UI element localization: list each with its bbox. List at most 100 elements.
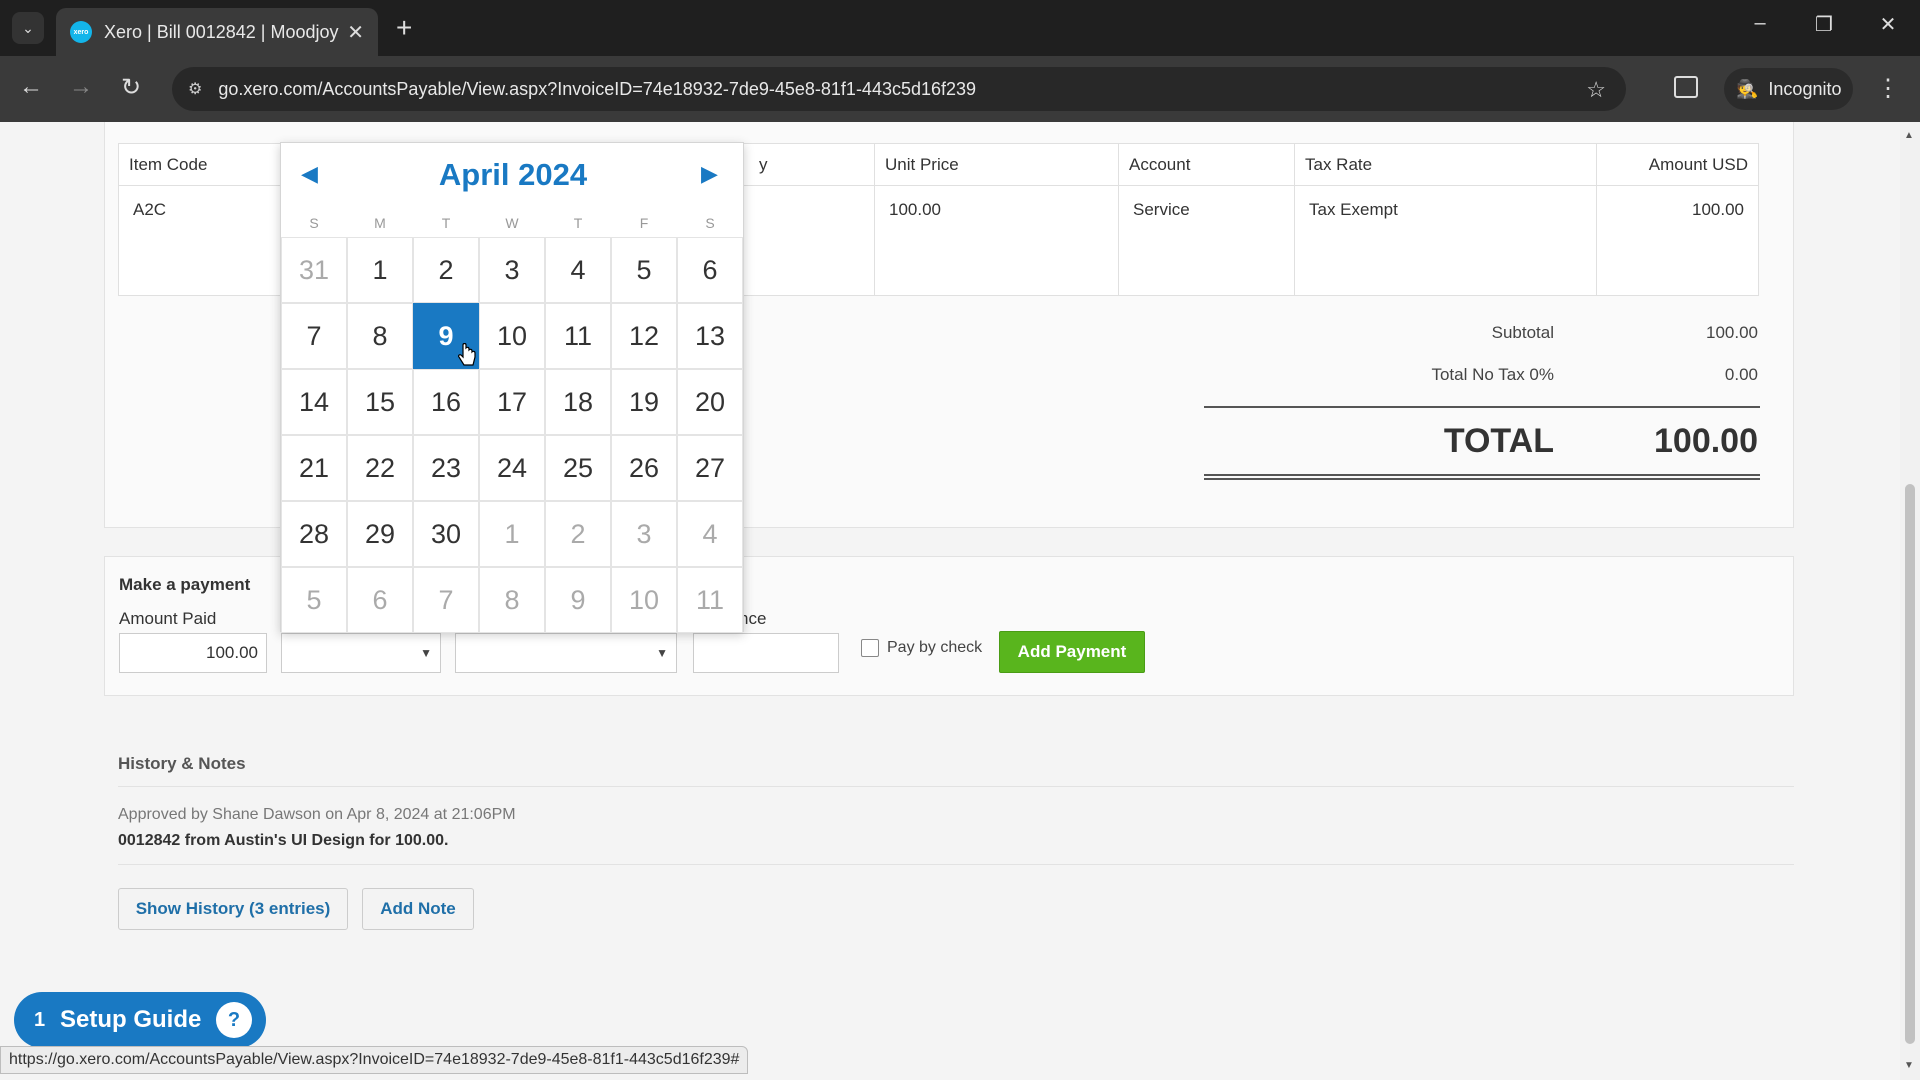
setup-guide-button[interactable]: 1 Setup Guide ? [14,992,266,1048]
tab-close-icon[interactable]: ✕ [347,20,364,45]
calendar-day-other-month[interactable]: 5 [281,567,347,633]
make-payment-title: Make a payment [119,575,251,594]
address-bar[interactable]: ⚙ go.xero.com/AccountsPayable/View.aspx?… [172,67,1626,111]
calendar-day-other-month[interactable]: 3 [611,501,677,567]
reference-input[interactable] [693,633,839,673]
cell-amount[interactable]: 100.00 [1596,185,1759,296]
calendar-day[interactable]: 7 [281,303,347,369]
calendar-day-other-month[interactable]: 8 [479,567,545,633]
pay-by-check-checkbox[interactable] [861,639,879,657]
weekday-label: M [374,215,386,231]
calendar-day[interactable]: 28 [281,501,347,567]
setup-guide-label: Setup Guide [60,1006,202,1033]
calendar-day[interactable]: 22 [347,435,413,501]
calendar-day[interactable]: 18 [545,369,611,435]
calendar-day[interactable]: 1 [347,237,413,303]
amount-paid-input[interactable]: 100.00 [119,633,267,673]
show-history-button[interactable]: Show History (3 entries) [118,888,348,930]
calendar-day[interactable]: 27 [677,435,743,501]
total-label: TOTAL [1443,421,1554,460]
calendar-day[interactable]: 6 [677,237,743,303]
calendar-day[interactable]: 23 [413,435,479,501]
weekday-label: T [573,215,583,231]
back-icon[interactable]: ← [14,73,48,101]
tax-value: 0.00 [1724,365,1758,384]
totals-block: Subtotal 100.00 Total No Tax 0% 0.00 TOT… [1204,312,1760,480]
col-account: Account [1118,143,1295,186]
site-settings-icon[interactable]: ⚙ [188,79,202,99]
calendar-day-other-month[interactable]: 1 [479,501,545,567]
status-bar-url: https://go.xero.com/AccountsPayable/View… [0,1046,749,1074]
calendar-month-title: April 2024 [438,157,588,192]
cell-account[interactable]: Service [1118,185,1295,296]
calendar-day[interactable]: 2 [413,237,479,303]
weekday-label: S [309,215,319,231]
calendar-day-other-month[interactable]: 10 [611,567,677,633]
calendar-day[interactable]: 24 [479,435,545,501]
calendar-day[interactable]: 14 [281,369,347,435]
calendar-day[interactable]: 21 [281,435,347,501]
col-tax-rate: Tax Rate [1294,143,1597,186]
paid-from-dropdown-icon[interactable]: ▼ [656,646,668,660]
col-amount: Amount USD [1596,143,1759,186]
calendar-day-other-month[interactable]: 31 [281,237,347,303]
add-note-button[interactable]: Add Note [362,888,474,930]
calendar-day[interactable]: 26 [611,435,677,501]
calendar-day[interactable]: 15 [347,369,413,435]
subtotal-value: 100.00 [1706,323,1758,342]
calendar-day[interactable]: 3 [479,237,545,303]
history-meta: Approved by Shane Dawson on Apr 8, 2024 … [118,806,516,823]
cell-tax-rate[interactable]: Tax Exempt [1294,185,1597,296]
page-scrollbar[interactable]: ▲ ▼ [1900,122,1920,1080]
restore-icon[interactable]: ❐ [1804,12,1844,37]
incognito-indicator[interactable]: 🕵 Incognito [1724,68,1854,110]
calendar-day[interactable]: 25 [545,435,611,501]
scroll-up-icon[interactable]: ▲ [1904,130,1914,141]
calendar-day[interactable]: 29 [347,501,413,567]
calendar-day[interactable]: 5 [611,237,677,303]
total-row: TOTAL 100.00 [1204,408,1760,474]
pay-by-check[interactable]: Pay by check [861,639,982,657]
calendar-day-other-month[interactable]: 2 [545,501,611,567]
calendar-day[interactable]: 12 [611,303,677,369]
calendar-day[interactable]: 16 [413,369,479,435]
calendar-day[interactable]: 13 [677,303,743,369]
calendar-day[interactable]: 8 [347,303,413,369]
date-picker-calendar: ◀ April 2024 ▶ SMTWTFS 31 1 2 3 4 5 6 7 8 9 10 11 12… [280,142,744,633]
scrollbar-thumb[interactable] [1905,484,1915,1044]
forward-icon[interactable]: → [64,73,98,101]
browser-tab[interactable]: xero Xero | Bill 0012842 | Moodjoy ✕ [56,8,378,56]
help-chat-icon[interactable]: ? [216,1002,252,1038]
weekday-label: S [705,215,715,231]
calendar-day-other-month[interactable]: 7 [413,567,479,633]
calendar-day-other-month[interactable]: 6 [347,567,413,633]
cell-unit-price[interactable]: 100.00 [874,185,1119,296]
calendar-day[interactable]: 20 [677,369,743,435]
calendar-day[interactable]: 30 [413,501,479,567]
calendar-day-other-month[interactable]: 4 [677,501,743,567]
date-paid-input[interactable]: ▼ [281,633,441,673]
add-payment-button[interactable]: Add Payment [999,631,1145,673]
total-double-underline [1204,474,1760,480]
close-window-icon[interactable]: ✕ [1868,12,1908,37]
calendar-day[interactable]: 19 [611,369,677,435]
incognito-icon: 🕵 [1736,78,1759,99]
tab-search-icon[interactable]: ⌄ [12,12,44,44]
calendar-day[interactable]: 4 [545,237,611,303]
scroll-down-icon[interactable]: ▼ [1904,1060,1914,1071]
paid-from-select[interactable]: ▼ [455,633,677,673]
calendar-day[interactable]: 10 [479,303,545,369]
browser-menu-icon[interactable]: ⋮ [1876,74,1900,103]
history-divider-2 [118,864,1794,865]
bookmark-star-icon[interactable]: ☆ [1586,77,1606,103]
reload-icon[interactable]: ↻ [114,73,148,102]
calendar-day-other-month[interactable]: 9 [545,567,611,633]
date-dropdown-icon[interactable]: ▼ [420,646,432,660]
calendar-day-other-month[interactable]: 11 [677,567,743,633]
calendar-day[interactable]: 11 [545,303,611,369]
minimize-icon[interactable]: – [1740,12,1780,35]
calendar-day[interactable]: 17 [479,369,545,435]
side-panel-icon[interactable] [1674,76,1698,98]
new-tab-icon[interactable]: + [396,12,412,44]
next-month-icon[interactable]: ▶ [701,161,718,187]
